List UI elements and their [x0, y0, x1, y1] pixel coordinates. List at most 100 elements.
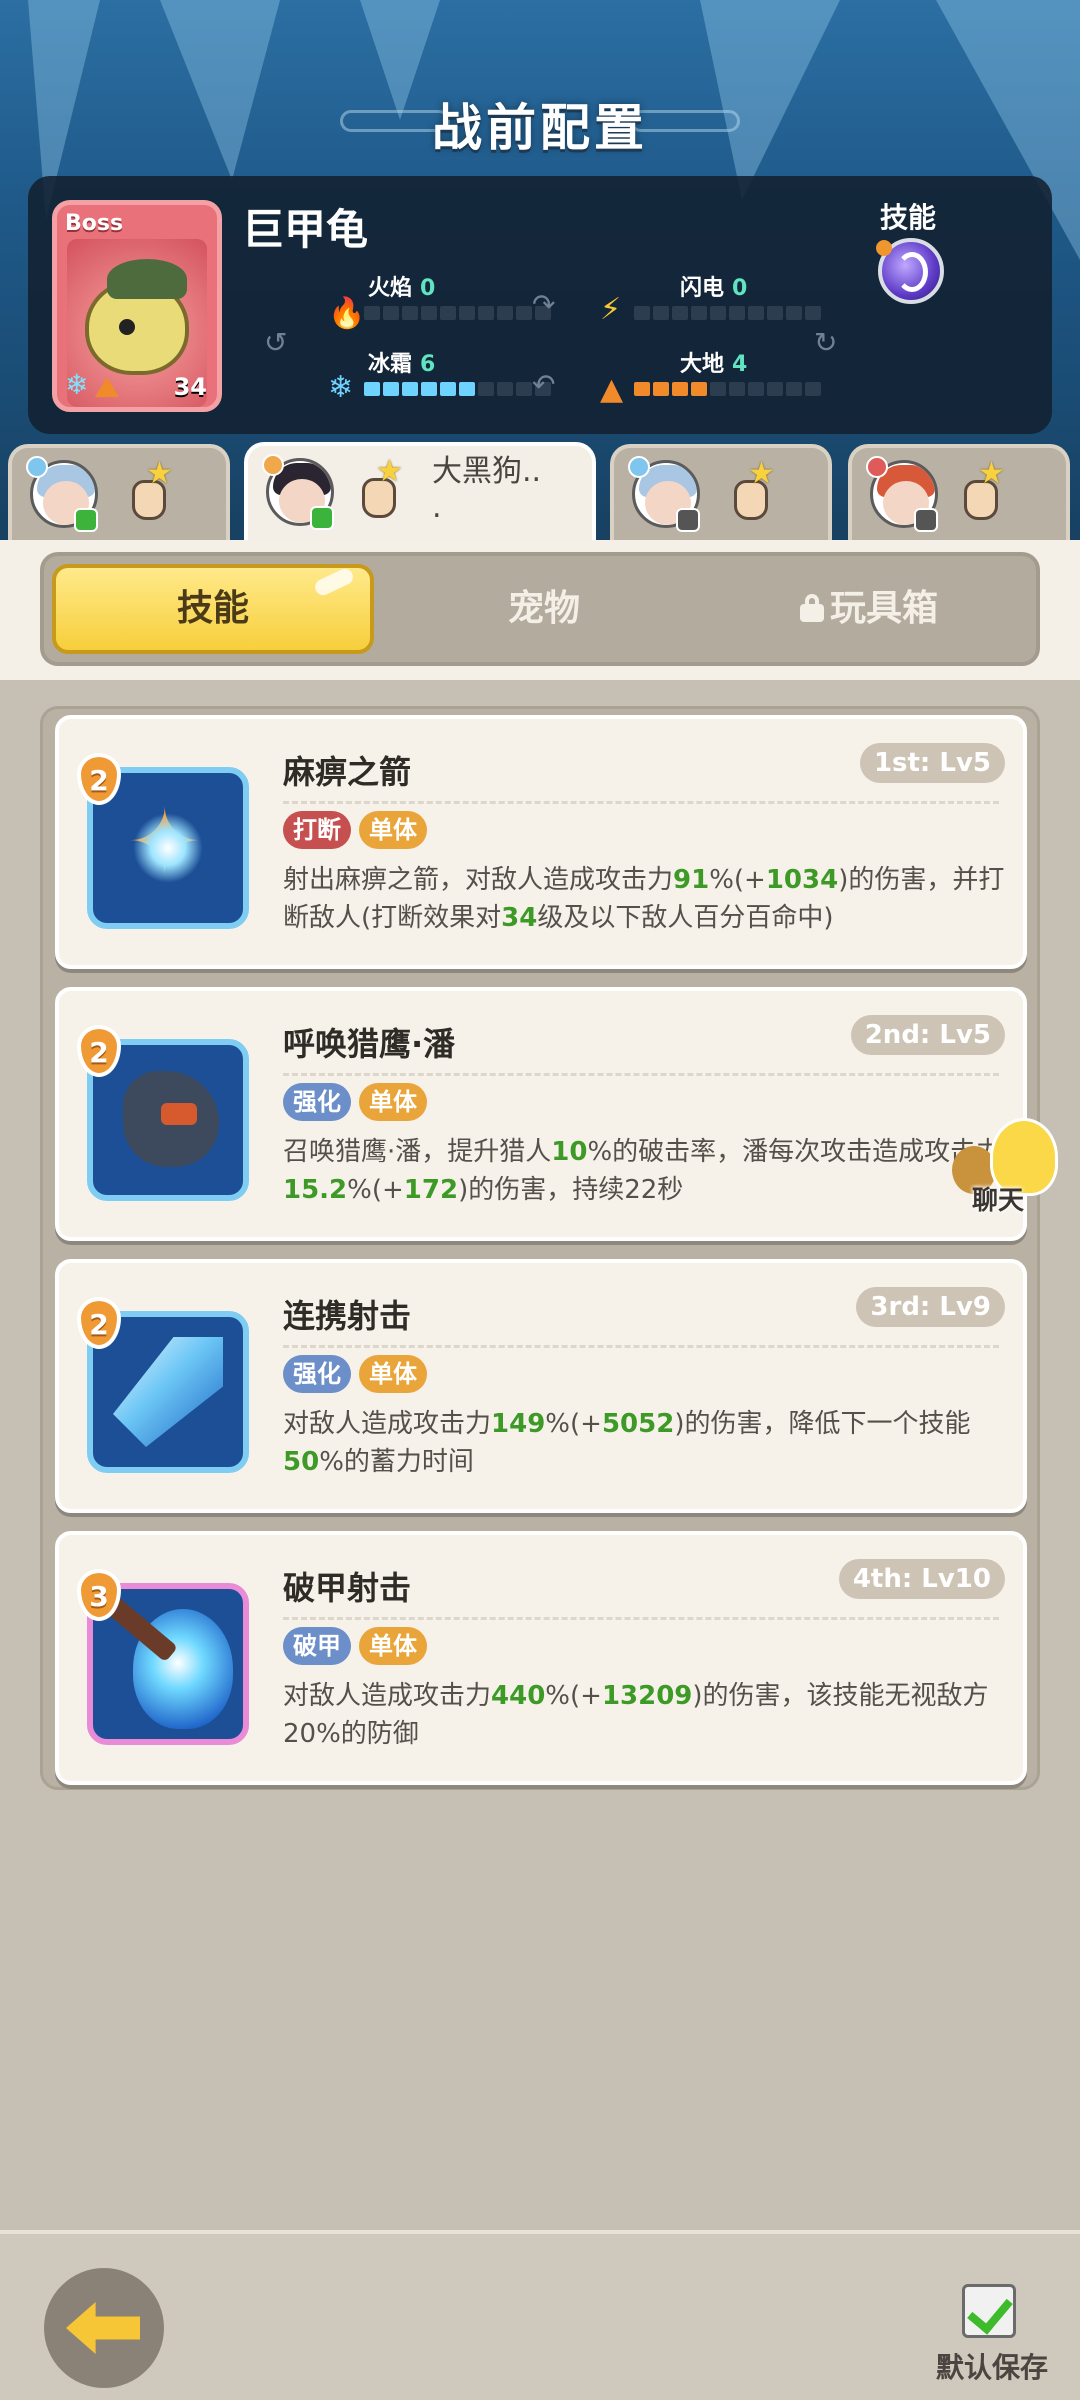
- divider: [283, 801, 999, 804]
- bar-segment: [710, 382, 726, 396]
- earth-element-icon: [95, 377, 119, 397]
- tab-pet[interactable]: 宠物: [384, 564, 704, 654]
- lightning-icon: ⚡: [600, 292, 622, 327]
- boss-hat: [107, 259, 187, 299]
- tap-hand-icon: ★: [956, 456, 1005, 522]
- skill-tag: 破甲: [283, 1627, 351, 1665]
- divider: [283, 1073, 999, 1076]
- fire-label: 火焰 0: [368, 276, 436, 301]
- boss-info-panel: Boss ❄ 34 巨甲龟 火焰 0 🔥 闪电 0 ⚡ 冰霜 6 ❄ 大地 4 ▲ ↷ …: [28, 176, 1052, 434]
- skill-tag: 单体: [359, 1083, 427, 1121]
- back-button[interactable]: [44, 2268, 164, 2388]
- hero-tab-1[interactable]: ★: [8, 444, 230, 540]
- bar-segment: [748, 306, 764, 320]
- skill-name: 连携射击: [283, 1297, 412, 1335]
- lightning-label: 闪电 0: [680, 276, 748, 301]
- hero-class-icon: [262, 454, 284, 476]
- boss-level: 34: [173, 373, 207, 401]
- skill-card[interactable]: 3 破甲射击 4th: Lv10 破甲 单体 对敌人造成攻击力440%(+132…: [55, 1531, 1027, 1785]
- bar-segment: [402, 382, 418, 396]
- bar-segment: [440, 306, 456, 320]
- skill-tags: 强化 单体: [283, 1083, 427, 1121]
- hero-status-icon: [914, 508, 938, 532]
- skill-tag: 强化: [283, 1355, 351, 1393]
- boss-tag: Boss: [65, 211, 124, 236]
- swap-arrow-icon: ↶: [532, 368, 556, 401]
- hero-tab-2[interactable]: ★ 大黑狗.. .: [244, 442, 596, 542]
- chat-label: 聊天: [972, 1186, 1025, 1216]
- skill-description: 射出麻痹之箭，对敌人造成攻击力91%(+1034)的伤害，并打断敌人(打断效果对…: [283, 865, 1005, 933]
- bar-segment: [729, 306, 745, 320]
- bar-segment: [729, 382, 745, 396]
- skill-tag: 强化: [283, 1083, 351, 1121]
- bar-segment: [516, 306, 532, 320]
- bar-segment: [653, 306, 669, 320]
- skill-level-badge: 3rd: Lv9: [856, 1287, 1005, 1327]
- bar-segment: [497, 382, 513, 396]
- bar-segment: [710, 306, 726, 320]
- bar-segment: [459, 306, 475, 320]
- frost-icon: ❄: [328, 370, 354, 405]
- fire-icon: 🔥: [328, 296, 366, 331]
- hero-tab-3[interactable]: ★: [610, 444, 832, 540]
- default-save-label: 默认保存: [936, 2351, 1049, 2384]
- bar-segment: [691, 382, 707, 396]
- back-arrow-icon: [66, 2302, 140, 2354]
- frost-bar: [364, 382, 551, 396]
- tab-bar: 技能 宠物 玩具箱: [40, 552, 1040, 666]
- bar-segment: [440, 382, 456, 396]
- boss-name: 巨甲龟: [242, 205, 369, 254]
- bar-segment: [786, 306, 802, 320]
- skill-tag: 单体: [359, 1355, 427, 1393]
- skill-card[interactable]: ✦ 2 麻痹之箭 1st: Lv5 打断 单体 射出麻痹之箭，对敌人造成攻击力9…: [55, 715, 1027, 969]
- fire-bar: [364, 306, 551, 320]
- skill-name: 呼唤猎鹰·潘: [283, 1025, 456, 1063]
- bar-segment: [478, 382, 494, 396]
- swap-arrow-icon: ↷: [532, 288, 556, 321]
- bar-segment: [497, 306, 513, 320]
- skill-description: 对敌人造成攻击力440%(+13209)的伤害，该技能无视敌方20%的防御: [283, 1681, 989, 1749]
- bar-segment: [459, 382, 475, 396]
- bar-segment: [786, 382, 802, 396]
- bar-segment: [383, 382, 399, 396]
- hero-tab-4[interactable]: ★: [848, 444, 1070, 540]
- divider: [283, 1345, 999, 1348]
- boss-card[interactable]: Boss ❄ 34: [52, 200, 222, 412]
- divider: [283, 1617, 999, 1620]
- tab-skill[interactable]: 技能: [52, 564, 374, 654]
- hero-name: 大黑狗.. .: [432, 454, 542, 525]
- bar-segment: [672, 306, 688, 320]
- bar-segment: [364, 306, 380, 320]
- hero-status-icon: [310, 506, 334, 530]
- default-save-checkbox[interactable]: [962, 2284, 1016, 2338]
- skill-card[interactable]: 2 呼唤猎鹰·潘 2nd: Lv5 强化 单体 召唤猎鹰·潘，提升猎人10%的破…: [55, 987, 1027, 1241]
- bar-segment: [421, 306, 437, 320]
- bar-segment: [805, 306, 821, 320]
- skill-description: 对敌人造成攻击力149%(+5052)的伤害，降低下一个技能50%的蓄力时间: [283, 1409, 971, 1477]
- hero-status-icon: [676, 508, 700, 532]
- tab-toybox[interactable]: 玩具箱: [704, 564, 1034, 654]
- skill-tag: 打断: [283, 811, 351, 849]
- bottom-bar: 默认保存: [0, 2230, 1080, 2400]
- skill-tags: 强化 单体: [283, 1355, 427, 1393]
- boss-skill-orb-icon[interactable]: [876, 238, 944, 304]
- earth-icon: ▲: [600, 372, 624, 407]
- lightning-bar: [634, 306, 821, 320]
- bar-segment: [421, 382, 437, 396]
- lock-icon: [799, 594, 824, 622]
- tab-bar-area: 技能 宠物 玩具箱: [0, 540, 1080, 680]
- bar-segment: [383, 306, 399, 320]
- skill-name: 破甲射击: [283, 1569, 412, 1607]
- skill-tag: 单体: [359, 1627, 427, 1665]
- skill-level-badge: 1st: Lv5: [859, 743, 1005, 783]
- swap-arrow-icon: ↺: [264, 326, 288, 359]
- skill-card[interactable]: 2 连携射击 3rd: Lv9 强化 单体 对敌人造成攻击力149%(+5052…: [55, 1259, 1027, 1513]
- hero-status-icon: [74, 508, 98, 532]
- chat-button[interactable]: 聊天: [950, 1118, 1070, 1228]
- bar-segment: [653, 382, 669, 396]
- bar-segment: [364, 382, 380, 396]
- bar-segment: [767, 306, 783, 320]
- hero-class-icon: [26, 456, 48, 478]
- hero-class-icon: [628, 456, 650, 478]
- bar-segment: [402, 306, 418, 320]
